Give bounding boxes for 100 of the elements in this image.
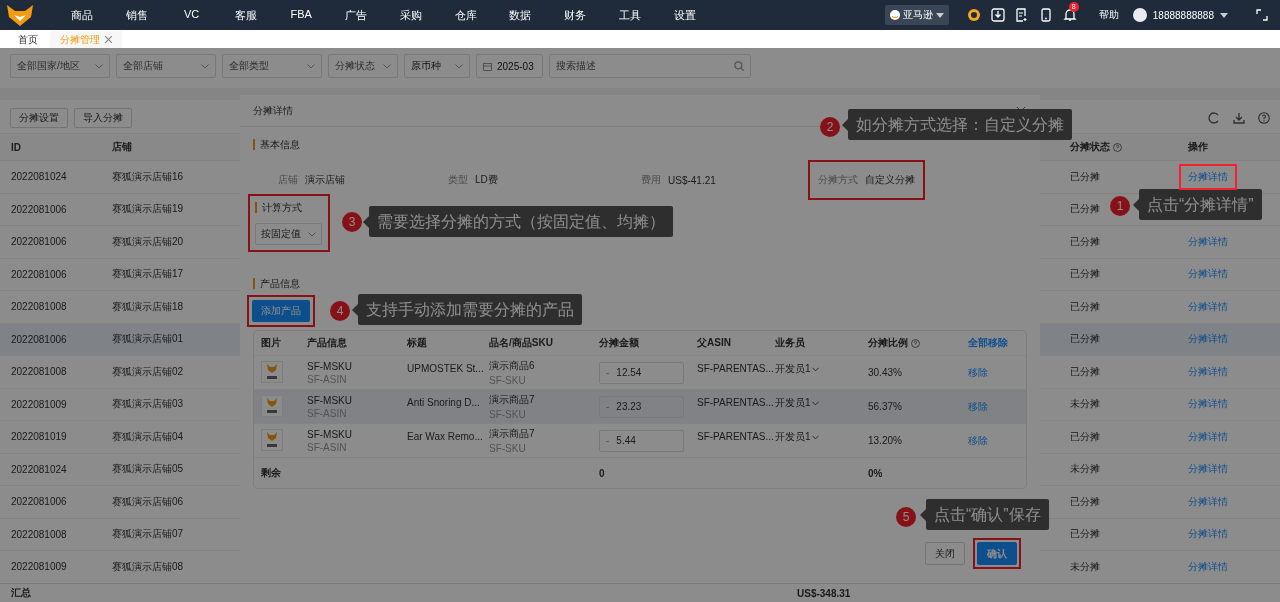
table-cell: 赛狐演示店铺07 (112, 528, 184, 540)
filter-select[interactable]: 全部店铺 (116, 54, 216, 78)
table-cell: 已分摊 (1070, 169, 1100, 184)
platform-select[interactable]: 亚马逊 (884, 5, 949, 25)
staff-select[interactable]: 开发员1 (775, 362, 819, 376)
dialog-title: 分摊详情 (253, 103, 293, 118)
table-cell: 已分摊 (1070, 494, 1100, 509)
toolbar-button[interactable]: 导入分摊 (74, 108, 132, 128)
table-cell: 已分摊 (1070, 234, 1100, 249)
chevron-down-icon (95, 63, 103, 69)
remainder-ratio: 0% (868, 467, 884, 479)
page-tab[interactable]: 首页 (8, 31, 48, 48)
menu-item[interactable]: 工具 (604, 7, 655, 23)
column-header: 品名/商品SKU (489, 336, 554, 350)
remove-link[interactable]: 移除 (968, 434, 988, 446)
menu-item[interactable]: 广告 (331, 7, 381, 23)
menu-item[interactable]: 数据 (495, 7, 546, 23)
remove-link[interactable]: 移除 (968, 366, 988, 378)
menu-item[interactable]: 仓库 (440, 7, 491, 23)
menu-item[interactable]: 设置 (659, 7, 710, 23)
filter-select[interactable]: 全部国家/地区 (10, 54, 110, 78)
amount-field[interactable]: - 23.23 (599, 395, 684, 418)
filter-select[interactable]: 全部类型 (222, 54, 322, 78)
table-cell: 已分摊 (1070, 267, 1100, 282)
column-header: 分摊状态 (1070, 140, 1110, 154)
calendar-icon (483, 61, 492, 71)
toolbar-button[interactable]: 分摊设置 (10, 108, 68, 128)
add-product-button[interactable]: 添加产品 (252, 300, 310, 322)
callout-bubble: 点击“分摊详情” (1139, 189, 1262, 220)
sku-text: SF-SKU (489, 375, 527, 386)
detail-link[interactable]: 分摊详情 (1179, 163, 1237, 190)
menu-item[interactable]: 商品 (57, 7, 107, 23)
field-label: 店铺 (278, 173, 298, 187)
amount-field[interactable]: - 5.44 (599, 429, 684, 452)
table-cell: 赛狐演示店铺20 (112, 235, 184, 247)
callout-pointer (842, 118, 848, 131)
field-value: LD费 (475, 173, 498, 187)
column-header: 图片 (260, 336, 282, 350)
menu-item[interactable]: VC (166, 7, 217, 23)
menu-item[interactable]: 财务 (550, 7, 601, 23)
account-menu[interactable]: 18888888888 (1152, 9, 1214, 21)
table-cell-text: SF-PARENTAS... (697, 362, 775, 374)
section-title: 产品信息 (253, 278, 300, 289)
fox-logo-icon[interactable] (5, 3, 35, 27)
table-cell-text: SF-PARENTAS... (697, 396, 775, 408)
date-field[interactable]: 2025-03 (476, 54, 543, 78)
table-cell: 2022081008 (11, 301, 67, 313)
table-cell: 已分摊 (1070, 364, 1100, 379)
table-cell-text: SF-PARENTAS... (697, 430, 775, 442)
callout-pointer (920, 508, 926, 521)
detail-link[interactable]: 分摊详情 (1179, 521, 1237, 548)
callout-bubble: 点击“确认”保存 (926, 499, 1049, 530)
staff-select[interactable]: 开发员1 (775, 430, 819, 444)
search-field[interactable]: 搜索描述 (549, 54, 751, 78)
column-header: 分摊比例 (868, 336, 908, 350)
table-cell: 赛狐演示店铺06 (112, 495, 184, 507)
refresh-icon[interactable] (1208, 112, 1220, 124)
table-cell: 赛狐演示店铺18 (112, 300, 184, 312)
detail-link[interactable]: 分摊详情 (1179, 488, 1237, 515)
menu-item[interactable]: 采购 (385, 7, 436, 23)
field-value: 自定义分摊 (865, 173, 915, 187)
caret-icon (1220, 12, 1228, 18)
table-cell: 赛狐演示店铺04 (112, 430, 184, 442)
menu-item[interactable]: 客服 (221, 7, 272, 23)
amount-field[interactable]: - 12.54 (599, 361, 684, 384)
staff-select[interactable]: 开发员1 (775, 396, 819, 410)
detail-link[interactable]: 分摊详情 (1179, 456, 1237, 483)
detail-link[interactable]: 分摊详情 (1179, 261, 1237, 288)
detail-link[interactable]: 分摊详情 (1179, 391, 1237, 418)
help-icon[interactable] (911, 338, 920, 348)
chevron-down-icon (455, 63, 463, 69)
filter-select[interactable]: 分摊状态 (328, 54, 398, 78)
menu-item[interactable]: 销售 (111, 7, 162, 23)
coin-icon[interactable] (966, 8, 981, 22)
column-header: ID (11, 141, 21, 153)
close-icon[interactable] (105, 36, 112, 43)
close-button[interactable]: 关闭 (925, 542, 965, 565)
table-cell: 2022081006 (11, 203, 67, 215)
phone-icon[interactable] (1038, 8, 1053, 22)
detail-link[interactable]: 分摊详情 (1179, 553, 1237, 580)
detail-link[interactable]: 分摊详情 (1179, 423, 1237, 450)
help-link[interactable]: 帮助 (1098, 8, 1119, 22)
menu-item[interactable]: FBA (276, 7, 327, 23)
table-cell-text: 30.43% (868, 367, 903, 378)
method-select[interactable]: 按固定值 (255, 223, 322, 245)
document-icon[interactable] (1014, 8, 1029, 22)
detail-link[interactable]: 分摊详情 (1179, 358, 1237, 385)
detail-link[interactable]: 分摊详情 (1179, 228, 1237, 255)
avatar-icon[interactable] (1132, 8, 1147, 22)
filter-select[interactable]: 原币种 (404, 54, 470, 78)
chevron-down-icon (811, 366, 819, 372)
table-cell-text: UPMOSTEK St... (407, 362, 485, 374)
asin-text: SF-ASIN (307, 441, 348, 453)
detail-link[interactable]: 分摊详情 (1179, 293, 1237, 320)
help-icon[interactable] (1258, 112, 1270, 124)
fullscreen-icon[interactable] (1256, 9, 1268, 21)
table-cell: 2022081019 (11, 431, 67, 443)
chevron-down-icon (383, 63, 391, 69)
product-name: 演示商品6 (489, 359, 536, 373)
bell-icon[interactable] (1062, 8, 1077, 22)
